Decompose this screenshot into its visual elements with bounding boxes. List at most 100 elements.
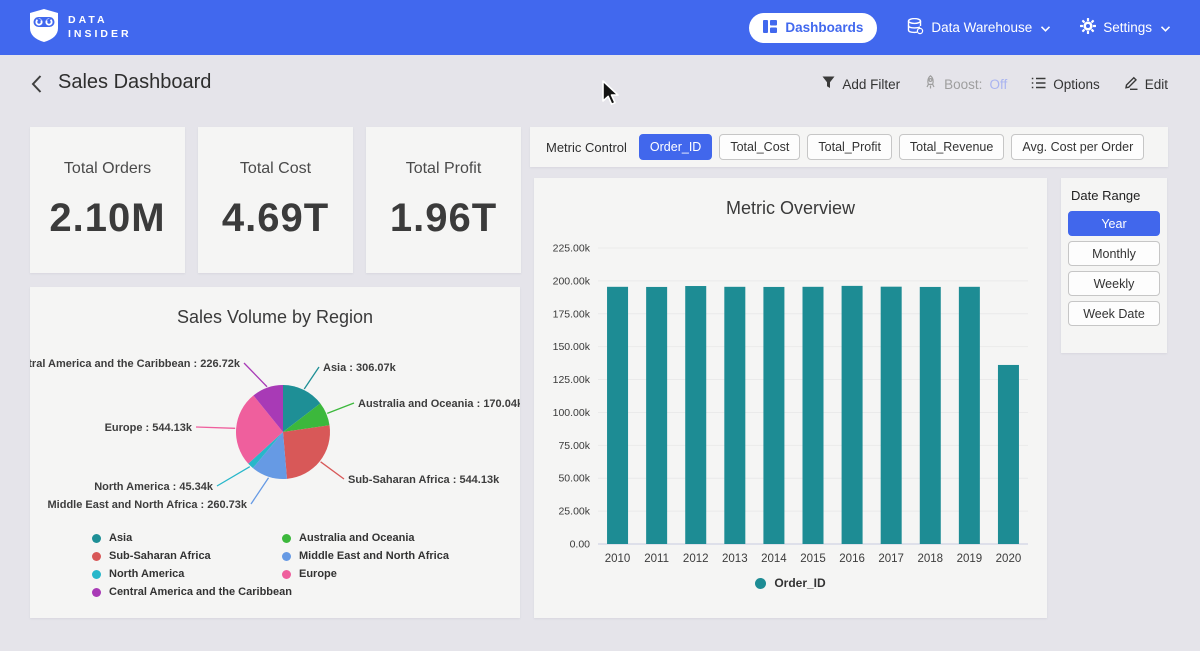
pie-slice-label: Australia and Oceania : 170.04k (358, 398, 520, 410)
settings-menu[interactable]: Settings (1080, 18, 1170, 37)
pie-slice-label: Sub-Saharan Africa : 544.13k (348, 474, 500, 486)
back-button[interactable] (26, 75, 46, 95)
kpi-value: 4.69T (222, 196, 329, 241)
metric-option-total-revenue[interactable]: Total_Revenue (899, 134, 1004, 160)
legend-label: Europe (299, 568, 337, 580)
svg-text:2016: 2016 (839, 553, 865, 565)
svg-text:100.00k: 100.00k (553, 407, 591, 419)
svg-text:2012: 2012 (683, 553, 709, 565)
pie-legend-item[interactable]: Sub-Saharan Africa (92, 550, 292, 562)
edit-pencil-icon (1124, 76, 1138, 93)
legend-label: Asia (109, 532, 132, 544)
date-range-buttons: Year Monthly Weekly Week Date (1068, 211, 1160, 326)
date-range-option-monthly[interactable]: Monthly (1068, 241, 1160, 266)
add-filter-button[interactable]: Add Filter (822, 76, 900, 92)
legend-dot (282, 552, 291, 561)
legend-dot (282, 570, 291, 579)
pie-slice-label: Middle East and North Africa : 260.73k (48, 499, 248, 511)
kpi-card-total-profit: Total Profit 1.96T (366, 127, 521, 273)
sales-dashboard-screen: DATA INSIDER Dashboards (0, 0, 1200, 651)
pie-slice-label: North America : 45.34k (94, 481, 214, 493)
date-range-option-year[interactable]: Year (1068, 211, 1160, 236)
metric-control-panel: Metric Control Order_ID Total_Cost Total_P… (530, 127, 1168, 167)
svg-text:200.00k: 200.00k (553, 275, 591, 287)
dashboards-button[interactable]: Dashboards (749, 13, 877, 43)
metric-option-order-id[interactable]: Order_ID (639, 134, 712, 160)
pie-legend-item[interactable]: Middle East and North Africa (282, 550, 449, 562)
metric-control-buttons: Order_ID Total_Cost Total_Profit Total_Reve… (639, 134, 1144, 160)
svg-text:2014: 2014 (761, 553, 787, 565)
metric-overview-panel: Metric Overview 0.0025.00k50.00k75.00k10… (534, 178, 1047, 618)
boost-label: Boost: (944, 77, 982, 92)
pie-slice-label: Europe : 544.13k (105, 422, 193, 434)
kpi-card-total-orders: Total Orders 2.10M (30, 127, 185, 273)
svg-text:2013: 2013 (722, 553, 748, 565)
svg-text:25.00k: 25.00k (558, 506, 590, 518)
svg-text:2010: 2010 (605, 553, 631, 565)
svg-text:75.00k: 75.00k (558, 440, 590, 452)
dashboards-label: Dashboards (785, 20, 863, 35)
brand-logo[interactable]: DATA INSIDER (30, 9, 132, 47)
sales-volume-panel: Sales Volume by Region Asia : 306.07kAus… (30, 287, 520, 618)
owl-logo-icon (30, 9, 58, 47)
metric-option-total-cost[interactable]: Total_Cost (719, 134, 800, 160)
pie-slice-label: Asia : 306.07k (323, 362, 397, 374)
edit-button[interactable]: Edit (1124, 76, 1168, 93)
data-warehouse-menu[interactable]: Data Warehouse (907, 18, 1050, 38)
kpi-value: 1.96T (390, 196, 497, 241)
date-range-option-week-date[interactable]: Week Date (1068, 301, 1160, 326)
chevron-down-icon (1041, 20, 1050, 35)
pie-legend-item[interactable]: Central America and the Caribbean (92, 586, 292, 598)
svg-text:50.00k: 50.00k (558, 473, 590, 485)
gear-icon (1080, 18, 1096, 37)
pie-legend-column: Australia and Oceania Middle East and Nor… (282, 532, 449, 580)
list-options-icon (1031, 77, 1046, 92)
legend-dot (755, 578, 766, 589)
kpi-card-total-cost: Total Cost 4.69T (198, 127, 353, 273)
metric-option-avg-cost-per-order[interactable]: Avg. Cost per Order (1011, 134, 1144, 160)
legend-dot (92, 552, 101, 561)
legend-label: Order_ID (774, 576, 825, 590)
pie-legend-column: Asia Sub-Saharan Africa North America Centr… (92, 532, 292, 598)
metric-control-label: Metric Control (546, 140, 627, 155)
date-range-label: Date Range (1071, 188, 1160, 203)
kpi-label: Total Cost (240, 160, 311, 178)
svg-text:2018: 2018 (917, 553, 943, 565)
legend-label: Central America and the Caribbean (109, 586, 292, 598)
legend-label: Australia and Oceania (299, 532, 415, 544)
svg-text:2019: 2019 (957, 553, 983, 565)
options-button[interactable]: Options (1031, 77, 1100, 92)
svg-text:2020: 2020 (996, 553, 1022, 565)
top-nav: DATA INSIDER Dashboards (0, 0, 1200, 55)
kpi-value: 2.10M (49, 196, 165, 241)
dashboards-icon (763, 20, 777, 36)
brand-line1: DATA (68, 14, 132, 27)
boost-rocket-icon (924, 75, 937, 93)
boost-toggle[interactable]: Boost: Off (924, 75, 1007, 93)
metric-option-total-profit[interactable]: Total_Profit (807, 134, 892, 160)
legend-dot (92, 534, 101, 543)
pie-legend-item[interactable]: Europe (282, 568, 449, 580)
legend-dot (92, 588, 101, 597)
database-icon (907, 18, 924, 38)
pie-legend-item[interactable]: Asia (92, 532, 292, 544)
page-header: Sales Dashboard Add Filter Boost: Off (0, 55, 1200, 111)
legend-label: Middle East and North Africa (299, 550, 449, 562)
page-title: Sales Dashboard (58, 71, 211, 94)
date-range-option-weekly[interactable]: Weekly (1068, 271, 1160, 296)
pie-legend-item[interactable]: Australia and Oceania (282, 532, 449, 544)
bar-chart-legend[interactable]: Order_ID (534, 576, 1047, 590)
svg-text:2015: 2015 (800, 553, 826, 565)
data-warehouse-label: Data Warehouse (931, 20, 1032, 35)
legend-dot (92, 570, 101, 579)
pie-slice-label: Central America and the Caribbean : 226.… (30, 358, 241, 370)
legend-label: Sub-Saharan Africa (109, 550, 211, 562)
chevron-down-icon (1161, 20, 1170, 35)
svg-text:2011: 2011 (644, 553, 669, 565)
svg-text:175.00k: 175.00k (553, 308, 591, 320)
legend-label: North America (109, 568, 184, 580)
svg-text:0.00: 0.00 (570, 539, 591, 551)
pie-legend-item[interactable]: North America (92, 568, 292, 580)
kpi-label: Total Orders (64, 160, 151, 178)
legend-dot (282, 534, 291, 543)
